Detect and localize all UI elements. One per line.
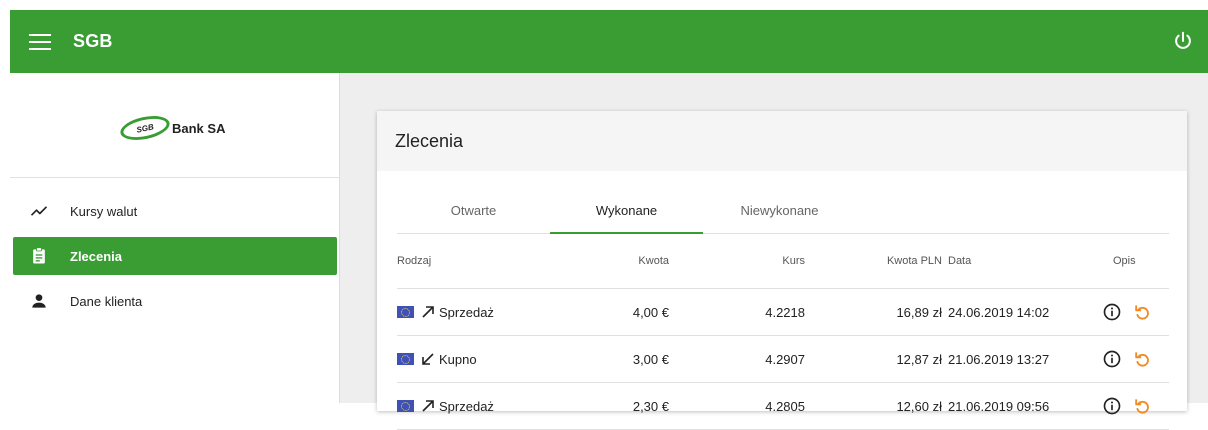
col-rodzaj: Rodzaj (397, 255, 432, 267)
person-icon (29, 291, 49, 311)
sidebar-item-label: Dane klienta (70, 293, 143, 309)
sidebar-item-zlecenia[interactable]: Zlecenia (13, 237, 337, 275)
kurs-cell: 4.2218 (765, 304, 805, 320)
tab-otwarte[interactable]: Otwarte (397, 193, 550, 233)
sidebar-item-label: Zlecenia (70, 248, 123, 264)
rodzaj-cell: Sprzedaż (397, 304, 567, 320)
info-icon[interactable] (1102, 302, 1122, 322)
rodzaj-cell: Sprzedaż (397, 398, 567, 414)
card-title: Zlecenia (377, 111, 1187, 171)
opis-cell (1082, 349, 1162, 369)
data-cell: 21.06.2019 13:27 (948, 351, 1050, 367)
arrow-up-right-icon (422, 306, 434, 318)
col-kurs: Kurs (782, 255, 805, 267)
logo-text: Bank SA (172, 120, 226, 136)
undo-icon[interactable] (1132, 396, 1152, 416)
logo-area: SGB Bank SA (10, 73, 339, 178)
kwota-pln-cell: 12,60 zł (896, 398, 942, 414)
clipboard-icon (29, 246, 49, 266)
order-type: Kupno (439, 351, 477, 367)
kurs-cell: 4.2805 (765, 398, 805, 414)
col-kwota: Kwota (638, 255, 669, 267)
app-bar: SGB (10, 10, 1208, 73)
sidebar-item-label: Kursy walut (70, 203, 138, 219)
bank-logo: SGB Bank SA (118, 112, 226, 144)
kwota-pln-cell: 12,87 zł (896, 351, 942, 367)
sidebar-item-dane-klienta[interactable]: Dane klienta (13, 282, 337, 320)
tab-niewykonane[interactable]: Niewykonane (703, 193, 856, 233)
table-row[interactable]: Sprzedaż 4,00 € 4.2218 16,89 zł 24.06.20… (397, 289, 1169, 336)
info-icon[interactable] (1102, 396, 1122, 416)
data-cell: 21.06.2019 09:56 (948, 398, 1050, 414)
kurs-cell: 4.2907 (765, 351, 805, 367)
undo-icon[interactable] (1132, 302, 1152, 322)
eu-flag-icon (397, 306, 414, 318)
opis-cell (1082, 396, 1162, 416)
arrow-down-left-icon (422, 353, 434, 365)
main-content: Zlecenia Otwarte Wykonane Niewykonane Ro… (340, 73, 1208, 430)
eu-flag-icon (397, 400, 414, 412)
top-margin (0, 0, 1208, 10)
kwota-cell: 2,30 € (632, 398, 669, 414)
app-title: SGB (73, 31, 113, 51)
orders-table: Rodzaj Kwota Kurs Kwota PLN Data Opis Sp… (397, 234, 1169, 430)
sidebar: SGB Bank SA Kursy walut Zlecenia Dane kl… (10, 73, 340, 403)
order-type: Sprzedaż (439, 398, 494, 414)
col-data: Data (948, 255, 972, 267)
opis-cell (1082, 302, 1162, 322)
data-cell: 24.06.2019 14:02 (948, 304, 1050, 320)
trending-icon (29, 201, 49, 221)
sidebar-item-kursy-walut[interactable]: Kursy walut (13, 192, 337, 230)
power-icon[interactable] (1172, 30, 1194, 52)
hamburger-menu-icon[interactable] (29, 33, 51, 50)
tabs: Otwarte Wykonane Niewykonane (397, 193, 1169, 234)
table-row[interactable]: Sprzedaż 2,30 € 4.2805 12,60 zł 21.06.20… (397, 383, 1169, 430)
undo-icon[interactable] (1132, 349, 1152, 369)
orders-card: Zlecenia Otwarte Wykonane Niewykonane Ro… (377, 111, 1187, 430)
kwota-cell: 3,00 € (632, 351, 669, 367)
rodzaj-cell: Kupno (397, 351, 567, 367)
info-icon[interactable] (1102, 349, 1122, 369)
kwota-pln-cell: 16,89 zł (896, 304, 942, 320)
kwota-cell: 4,00 € (632, 304, 669, 320)
arrow-up-right-icon (422, 400, 434, 412)
col-opis: Opis (1113, 255, 1136, 267)
logo-mark: SGB (118, 112, 172, 144)
table-row[interactable]: Kupno 3,00 € 4.2907 12,87 zł 21.06.2019 … (397, 336, 1169, 383)
sidebar-nav: Kursy walut Zlecenia Dane klienta (10, 178, 339, 320)
tab-wykonane[interactable]: Wykonane (550, 193, 703, 234)
eu-flag-icon (397, 353, 414, 365)
col-kwota-pln: Kwota PLN (886, 255, 942, 267)
order-type: Sprzedaż (439, 304, 494, 320)
table-header: Rodzaj Kwota Kurs Kwota PLN Data Opis (397, 234, 1169, 289)
